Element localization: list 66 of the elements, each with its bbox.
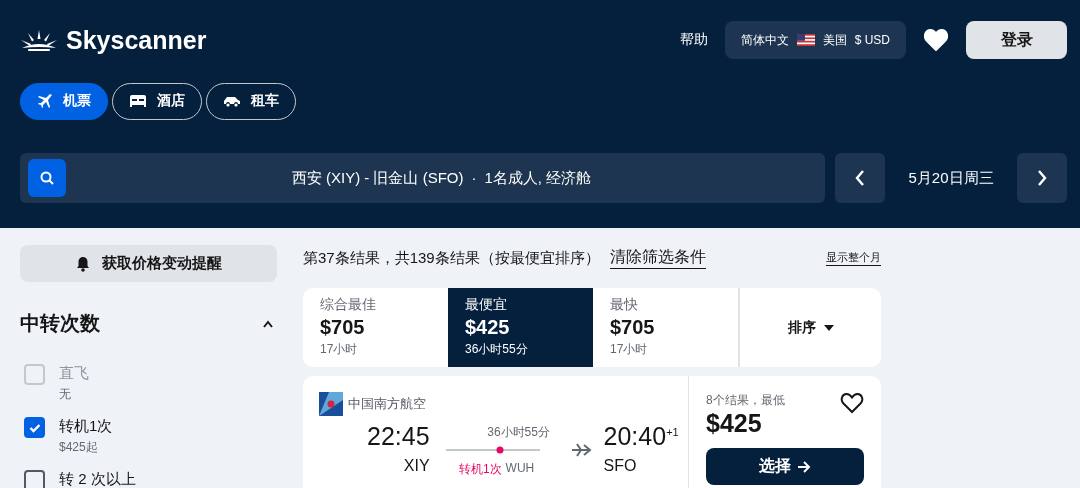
chevron-icon[interactable]	[262, 319, 274, 328]
filter-heading: 中转次数	[20, 311, 100, 336]
sort-price: $705	[610, 316, 656, 339]
country-label: 美国	[822, 31, 847, 49]
flag-icon	[796, 34, 815, 46]
separator-dot: ·	[471, 168, 477, 188]
via-airport: WUH	[505, 461, 535, 477]
airline-logo-icon	[319, 392, 343, 416]
next-date-button[interactable]	[1017, 153, 1067, 203]
arrow-right-icon	[797, 460, 811, 473]
option-label: 转 2 次以上	[59, 470, 136, 488]
sort-dropdown[interactable]: 排序	[781, 317, 840, 338]
plane-icon	[37, 93, 53, 109]
deals-text: 8个结果，最低	[706, 392, 785, 409]
option-label: 直飞	[59, 364, 89, 383]
show-month-link[interactable]: 显示整个月	[826, 250, 881, 266]
price-alert-button[interactable]: 获取价格变动提醒	[20, 245, 277, 282]
option-note: 无	[59, 386, 72, 403]
nav-tab[interactable]: 机票	[20, 82, 108, 120]
bed-icon	[129, 94, 147, 108]
option-label: 转机1次	[59, 417, 113, 436]
login-button[interactable]: 登录	[966, 21, 1067, 59]
results-summary: 第37条结果，共139条结果（按最便宜排序）	[303, 248, 600, 268]
bell-icon	[75, 255, 90, 272]
search-icon[interactable]	[28, 159, 66, 197]
sort-duration: 17小时	[320, 341, 359, 358]
clear-filters-link[interactable]: 清除筛选条件	[609, 247, 706, 269]
select-button[interactable]: 选择	[706, 448, 864, 485]
airline-name: 中国南方航空	[348, 395, 426, 413]
sort-duration: 36小时55分	[465, 341, 529, 358]
sort-duration: 17小时	[610, 341, 649, 358]
option-note: $425起	[59, 439, 99, 456]
arrival-time: 20:40	[603, 422, 667, 450]
flight-price: $425	[706, 409, 763, 438]
stops-text: 转机1次	[458, 461, 502, 478]
brand-logo[interactable]: Skyscanner	[66, 25, 207, 55]
sort-price: $705	[320, 316, 366, 339]
chevron-left-icon	[854, 169, 866, 187]
passengers-text: 1名成人, 经济舱	[484, 168, 592, 188]
language-label: 简体中文	[740, 31, 789, 49]
checkbox[interactable]	[24, 417, 45, 438]
flight-duration: 36小时55分	[487, 424, 550, 441]
check-icon	[28, 422, 41, 433]
sort-label: 综合最佳	[320, 296, 377, 314]
sort-tab[interactable]: 最便宜 $425 36小时55分	[448, 288, 593, 367]
sort-label: 最便宜	[465, 296, 508, 314]
date-text: 5月20日周三	[907, 168, 995, 188]
route-text: 西安 (XIY) - 旧金山 (SFO)	[291, 168, 464, 188]
sort-tab[interactable]: 综合最佳 $705 17小时	[303, 288, 448, 367]
day-offset: +1	[666, 425, 679, 438]
checkbox[interactable]	[24, 470, 45, 488]
currency-label: $ USD	[854, 33, 890, 47]
previous-date-button[interactable]	[835, 153, 885, 203]
help-link[interactable]: 帮助	[679, 31, 708, 49]
heart-icon[interactable]	[840, 392, 864, 414]
caret-icon	[823, 324, 834, 331]
chevron-right-icon	[1036, 169, 1048, 187]
sort-label: 最快	[610, 296, 639, 314]
search-summary-bar[interactable]: 西安 (XIY) - 旧金山 (SFO) · 1名成人, 经济舱	[20, 153, 825, 203]
locale-button[interactable]: 简体中文 美国 $ USD	[724, 21, 906, 59]
sort-price: $425	[465, 316, 511, 339]
departure-time: 22:45	[367, 422, 430, 451]
airport-code: XIY	[403, 457, 430, 475]
airport-code: SFO	[603, 457, 638, 475]
sort-tab[interactable]: 最快 $705 17小时	[593, 288, 738, 367]
car-icon	[223, 95, 241, 107]
